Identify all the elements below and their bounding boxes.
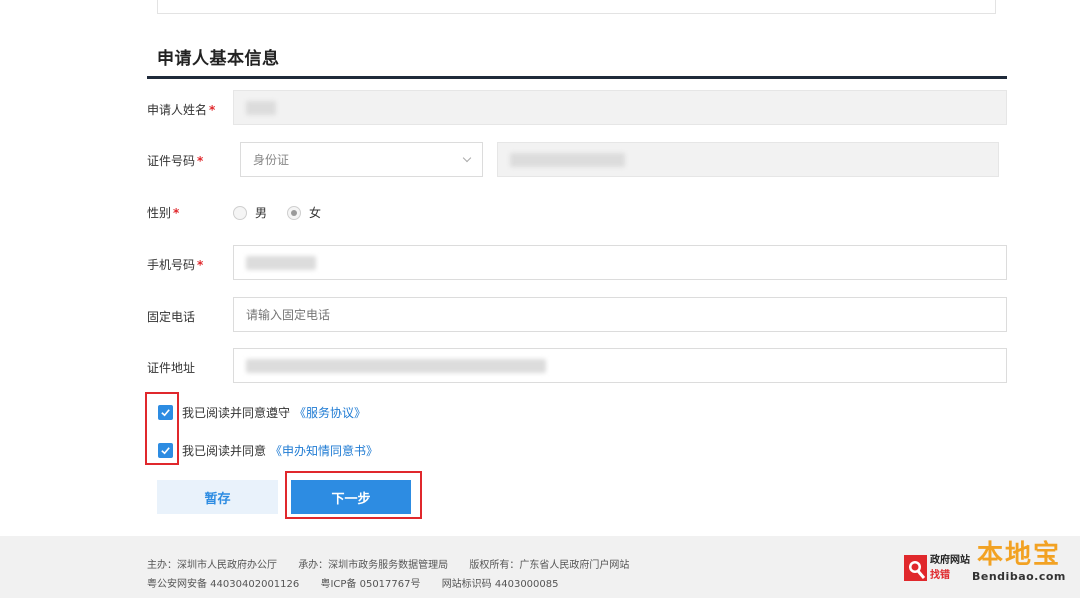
redacted-value (246, 100, 276, 115)
footer-police-record: 粤公安网安备 44030402001126 (147, 579, 300, 590)
footer-icp: 粤ICP备 05017767号 (320, 579, 421, 590)
chevron-down-icon (462, 153, 472, 162)
section-divider (147, 76, 1007, 79)
footer-line-2: 粤公安网安备 44030402001126 粤ICP备 05017767号 网站… (147, 575, 577, 590)
id-type-select[interactable]: 身份证 (240, 142, 483, 177)
name-field[interactable] (233, 90, 1007, 125)
highlight-frame-next (285, 471, 422, 519)
id-type-value: 身份证 (253, 153, 290, 167)
mobile-label: 手机号码 * (147, 258, 204, 272)
gov-logo-line2: 找错 (930, 570, 950, 581)
agreement-text: 我已阅读并同意 (182, 444, 267, 458)
footer-operator: 承办：深圳市政务服务数据管理局 (298, 560, 449, 571)
radio-label-female: 女 (309, 206, 322, 220)
landline-input[interactable] (233, 297, 1007, 332)
magnifier-icon (903, 553, 928, 583)
id-number-label: 证件号码 * (147, 154, 204, 168)
watermark-en: Bendibao.com (972, 570, 1066, 583)
gender-radio-female[interactable]: 女 (287, 204, 321, 221)
section-title: 申请人基本信息 (157, 49, 280, 69)
required-mark: * (197, 258, 204, 272)
service-agreement-link[interactable]: 《服务协议》 (294, 404, 366, 421)
footer-site-id: 网站标识码 4403000085 (441, 579, 559, 590)
gender-label: 性别 * (147, 206, 180, 220)
radio-selected-icon (287, 205, 301, 220)
consent-form-link[interactable]: 《申办知情同意书》 (270, 442, 378, 459)
service-agreement-row: 我已阅读并同意遵守 《服务协议》 (158, 404, 366, 421)
previous-section-box (157, 0, 996, 14)
redacted-value (510, 152, 625, 167)
required-mark: * (173, 206, 180, 220)
radio-icon (233, 205, 247, 220)
save-draft-button[interactable]: 暂存 (157, 480, 278, 514)
consent-agreement-row: 我已阅读并同意 《申办知情同意书》 (158, 442, 378, 459)
gov-logo-line1: 政府网站 (930, 555, 970, 566)
watermark-cn: 本地宝 (976, 540, 1061, 570)
radio-label-male: 男 (255, 206, 268, 220)
gender-radio-male[interactable]: 男 (233, 204, 267, 221)
watermark: 本地宝 Bendibao.com (972, 540, 1066, 584)
agreement-text: 我已阅读并同意遵守 (182, 406, 291, 420)
footer-copyright: 版权所有：广东省人民政府门户网站 (469, 560, 630, 571)
address-label: 证件地址 (147, 361, 196, 375)
required-mark: * (209, 103, 216, 117)
footer-line-1: 主办：深圳市人民政府办公厅 承办：深圳市政务服务数据管理局 版权所有：广东省人民… (147, 556, 647, 571)
redacted-value (246, 255, 316, 270)
gov-site-error-report-logo[interactable]: 政府网站 找错 (903, 553, 970, 583)
landline-label: 固定电话 (147, 310, 196, 324)
required-mark: * (197, 154, 204, 168)
mobile-field[interactable] (233, 245, 1007, 280)
address-field[interactable] (233, 348, 1007, 383)
name-label: 申请人姓名 * (147, 103, 216, 117)
id-number-field[interactable] (497, 142, 999, 177)
highlight-frame-checkboxes (145, 392, 179, 465)
footer-sponsor: 主办：深圳市人民政府办公厅 (147, 560, 277, 571)
redacted-value (246, 358, 546, 373)
